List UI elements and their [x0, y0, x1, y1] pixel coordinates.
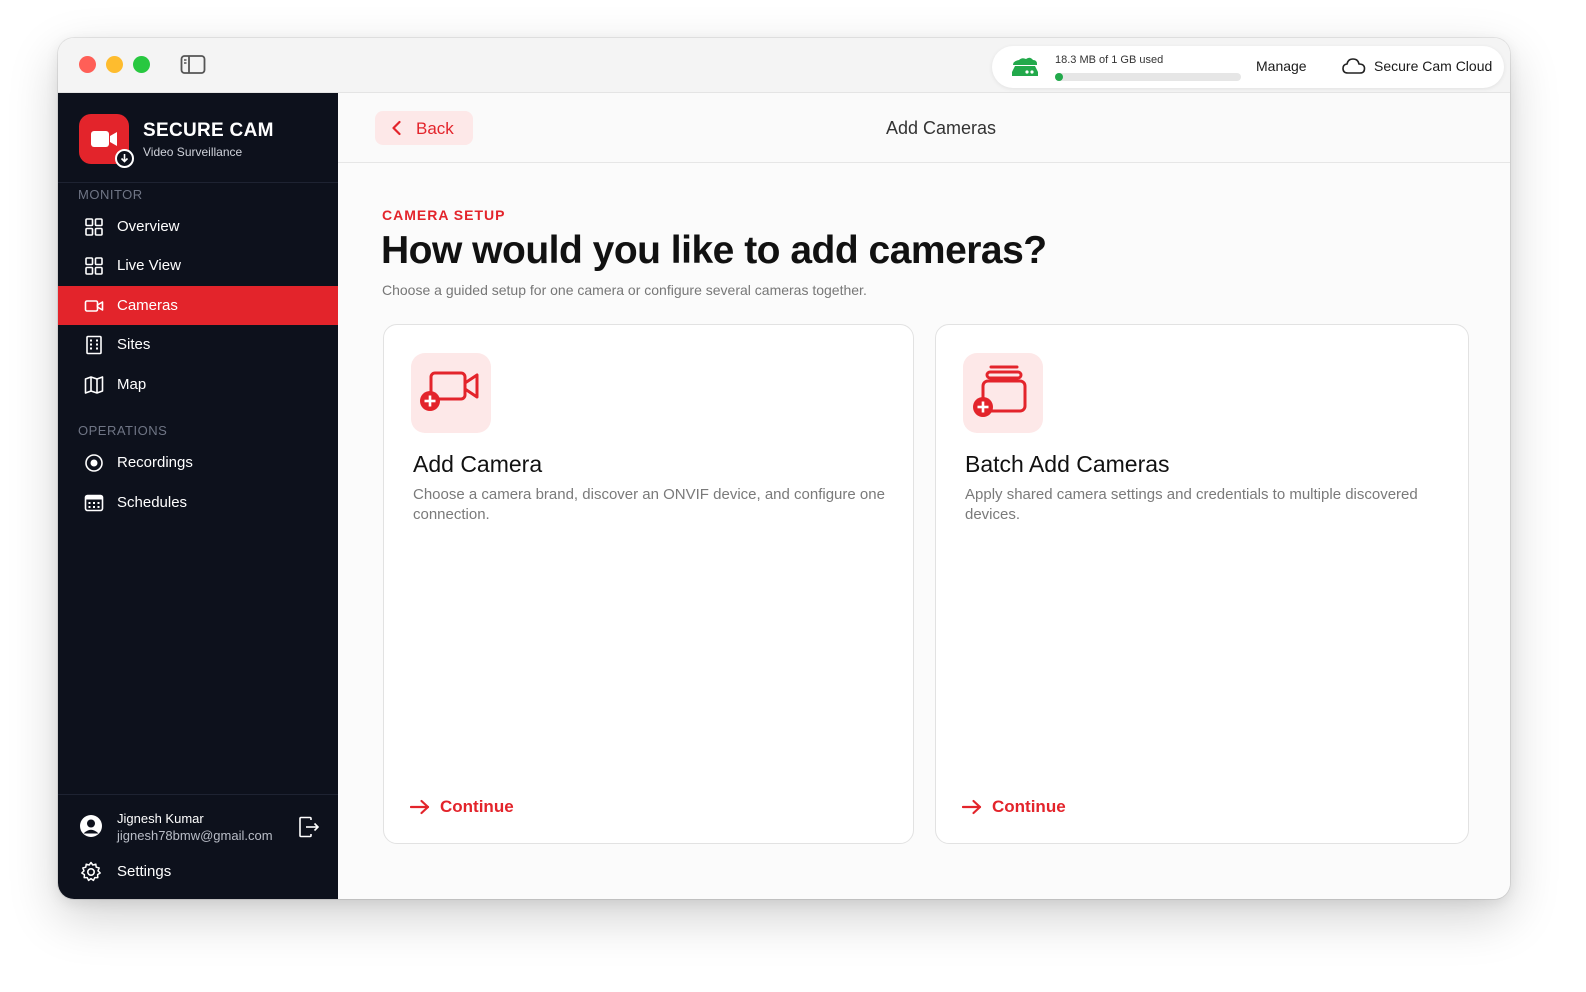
sidebar-item-map[interactable]: Map — [58, 365, 338, 404]
divider — [58, 794, 338, 795]
close-window-button[interactable] — [79, 56, 96, 73]
logout-icon[interactable] — [298, 816, 320, 838]
sidebar-item-label: Map — [117, 376, 147, 393]
sidebar-item-cameras[interactable]: Cameras — [58, 286, 338, 325]
sidebar-item-schedules[interactable]: Schedules — [58, 483, 338, 522]
gear-icon — [81, 861, 101, 882]
sidebar-item-overview[interactable]: Overview — [58, 207, 338, 246]
download-badge-icon — [115, 149, 134, 168]
building-icon — [86, 335, 102, 354]
add-camera-icon — [420, 371, 479, 411]
main-content: Back Add Cameras CAMERA SETUP How would … — [338, 93, 1510, 899]
storage-usage-text: 18.3 MB of 1 GB used — [1055, 54, 1164, 66]
grid-icon — [85, 256, 103, 275]
sidebar-item-label: Schedules — [117, 494, 188, 511]
add-camera-card[interactable]: Add Camera Choose a camera brand, discov… — [383, 324, 914, 844]
minimize-window-button[interactable] — [106, 56, 123, 73]
avatar-icon — [80, 815, 102, 837]
continue-button[interactable]: Continue — [410, 797, 514, 817]
sidebar: SECURE CAM Video Surveillance MONITOR Ov… — [58, 93, 338, 899]
card-title: Batch Add Cameras — [965, 451, 1170, 477]
sidebar-toggle-icon[interactable] — [180, 54, 206, 76]
arrow-right-icon — [962, 799, 982, 815]
section-label-operations: OPERATIONS — [78, 423, 168, 438]
arrow-right-icon — [410, 799, 430, 815]
title-bar: 18.3 MB of 1 GB used Manage Secure Cam C… — [58, 38, 1510, 93]
card-description: Choose a camera brand, discover an ONVIF… — [413, 486, 885, 523]
brand: SECURE CAM Video Surveillance — [79, 114, 329, 168]
sidebar-item-label: Cameras — [117, 297, 178, 314]
settings-label: Settings — [117, 863, 172, 880]
storage-usage-bar — [1055, 73, 1241, 81]
sidebar-item-label: Recordings — [117, 454, 193, 471]
secure-cam-cloud-button[interactable]: Secure Cam Cloud — [1342, 57, 1492, 75]
sidebar-item-settings[interactable]: Settings — [58, 857, 338, 887]
sidebar-item-label: Overview — [117, 218, 180, 235]
continue-label: Continue — [440, 797, 514, 816]
card-icon-tile — [411, 353, 491, 433]
section-eyebrow: CAMERA SETUP — [382, 207, 506, 223]
grid-icon — [85, 217, 103, 236]
sidebar-item-recordings[interactable]: Recordings — [58, 443, 338, 482]
divider — [58, 182, 338, 183]
user-name: Jignesh Kumar — [117, 811, 204, 826]
map-icon — [84, 375, 104, 394]
page-title: Add Cameras — [885, 118, 997, 138]
page-headline: How would you like to add cameras? — [381, 229, 1047, 272]
continue-button[interactable]: Continue — [962, 797, 1066, 817]
sidebar-item-live-view[interactable]: Live View — [58, 246, 338, 285]
continue-label: Continue — [992, 797, 1066, 816]
app-name: SECURE CAM — [143, 120, 274, 141]
zoom-window-button[interactable] — [133, 56, 150, 73]
manage-storage-button[interactable]: Manage — [1256, 58, 1307, 74]
batch-add-icon — [973, 365, 1027, 417]
record-icon — [85, 453, 103, 472]
page-subheading: Choose a guided setup for one camera or … — [382, 282, 867, 298]
sidebar-item-label: Live View — [117, 257, 181, 274]
video-camera-icon — [84, 299, 104, 312]
sidebar-item-label: Sites — [117, 336, 151, 353]
app-window: 18.3 MB of 1 GB used Manage Secure Cam C… — [58, 38, 1510, 899]
card-title: Add Camera — [413, 451, 543, 477]
user-email: jignesh78bmw@gmail.com — [117, 828, 273, 843]
page-header: Back Add Cameras — [338, 93, 1510, 163]
sidebar-item-sites[interactable]: Sites — [58, 325, 338, 364]
app-tagline: Video Surveillance — [143, 145, 243, 159]
card-description: Apply shared camera settings and credent… — [965, 486, 1418, 523]
calendar-icon — [84, 494, 104, 511]
section-label-monitor: MONITOR — [78, 187, 143, 202]
cloud-storage-panel: 18.3 MB of 1 GB used Manage Secure Cam C… — [992, 46, 1504, 88]
batch-add-cameras-card[interactable]: Batch Add Cameras Apply shared camera se… — [935, 324, 1469, 844]
cloud-drive-icon — [1012, 57, 1038, 76]
cloud-label: Secure Cam Cloud — [1374, 58, 1493, 74]
card-icon-tile — [963, 353, 1043, 433]
storage-usage-fill — [1055, 73, 1063, 81]
cloud-icon — [1342, 58, 1366, 74]
